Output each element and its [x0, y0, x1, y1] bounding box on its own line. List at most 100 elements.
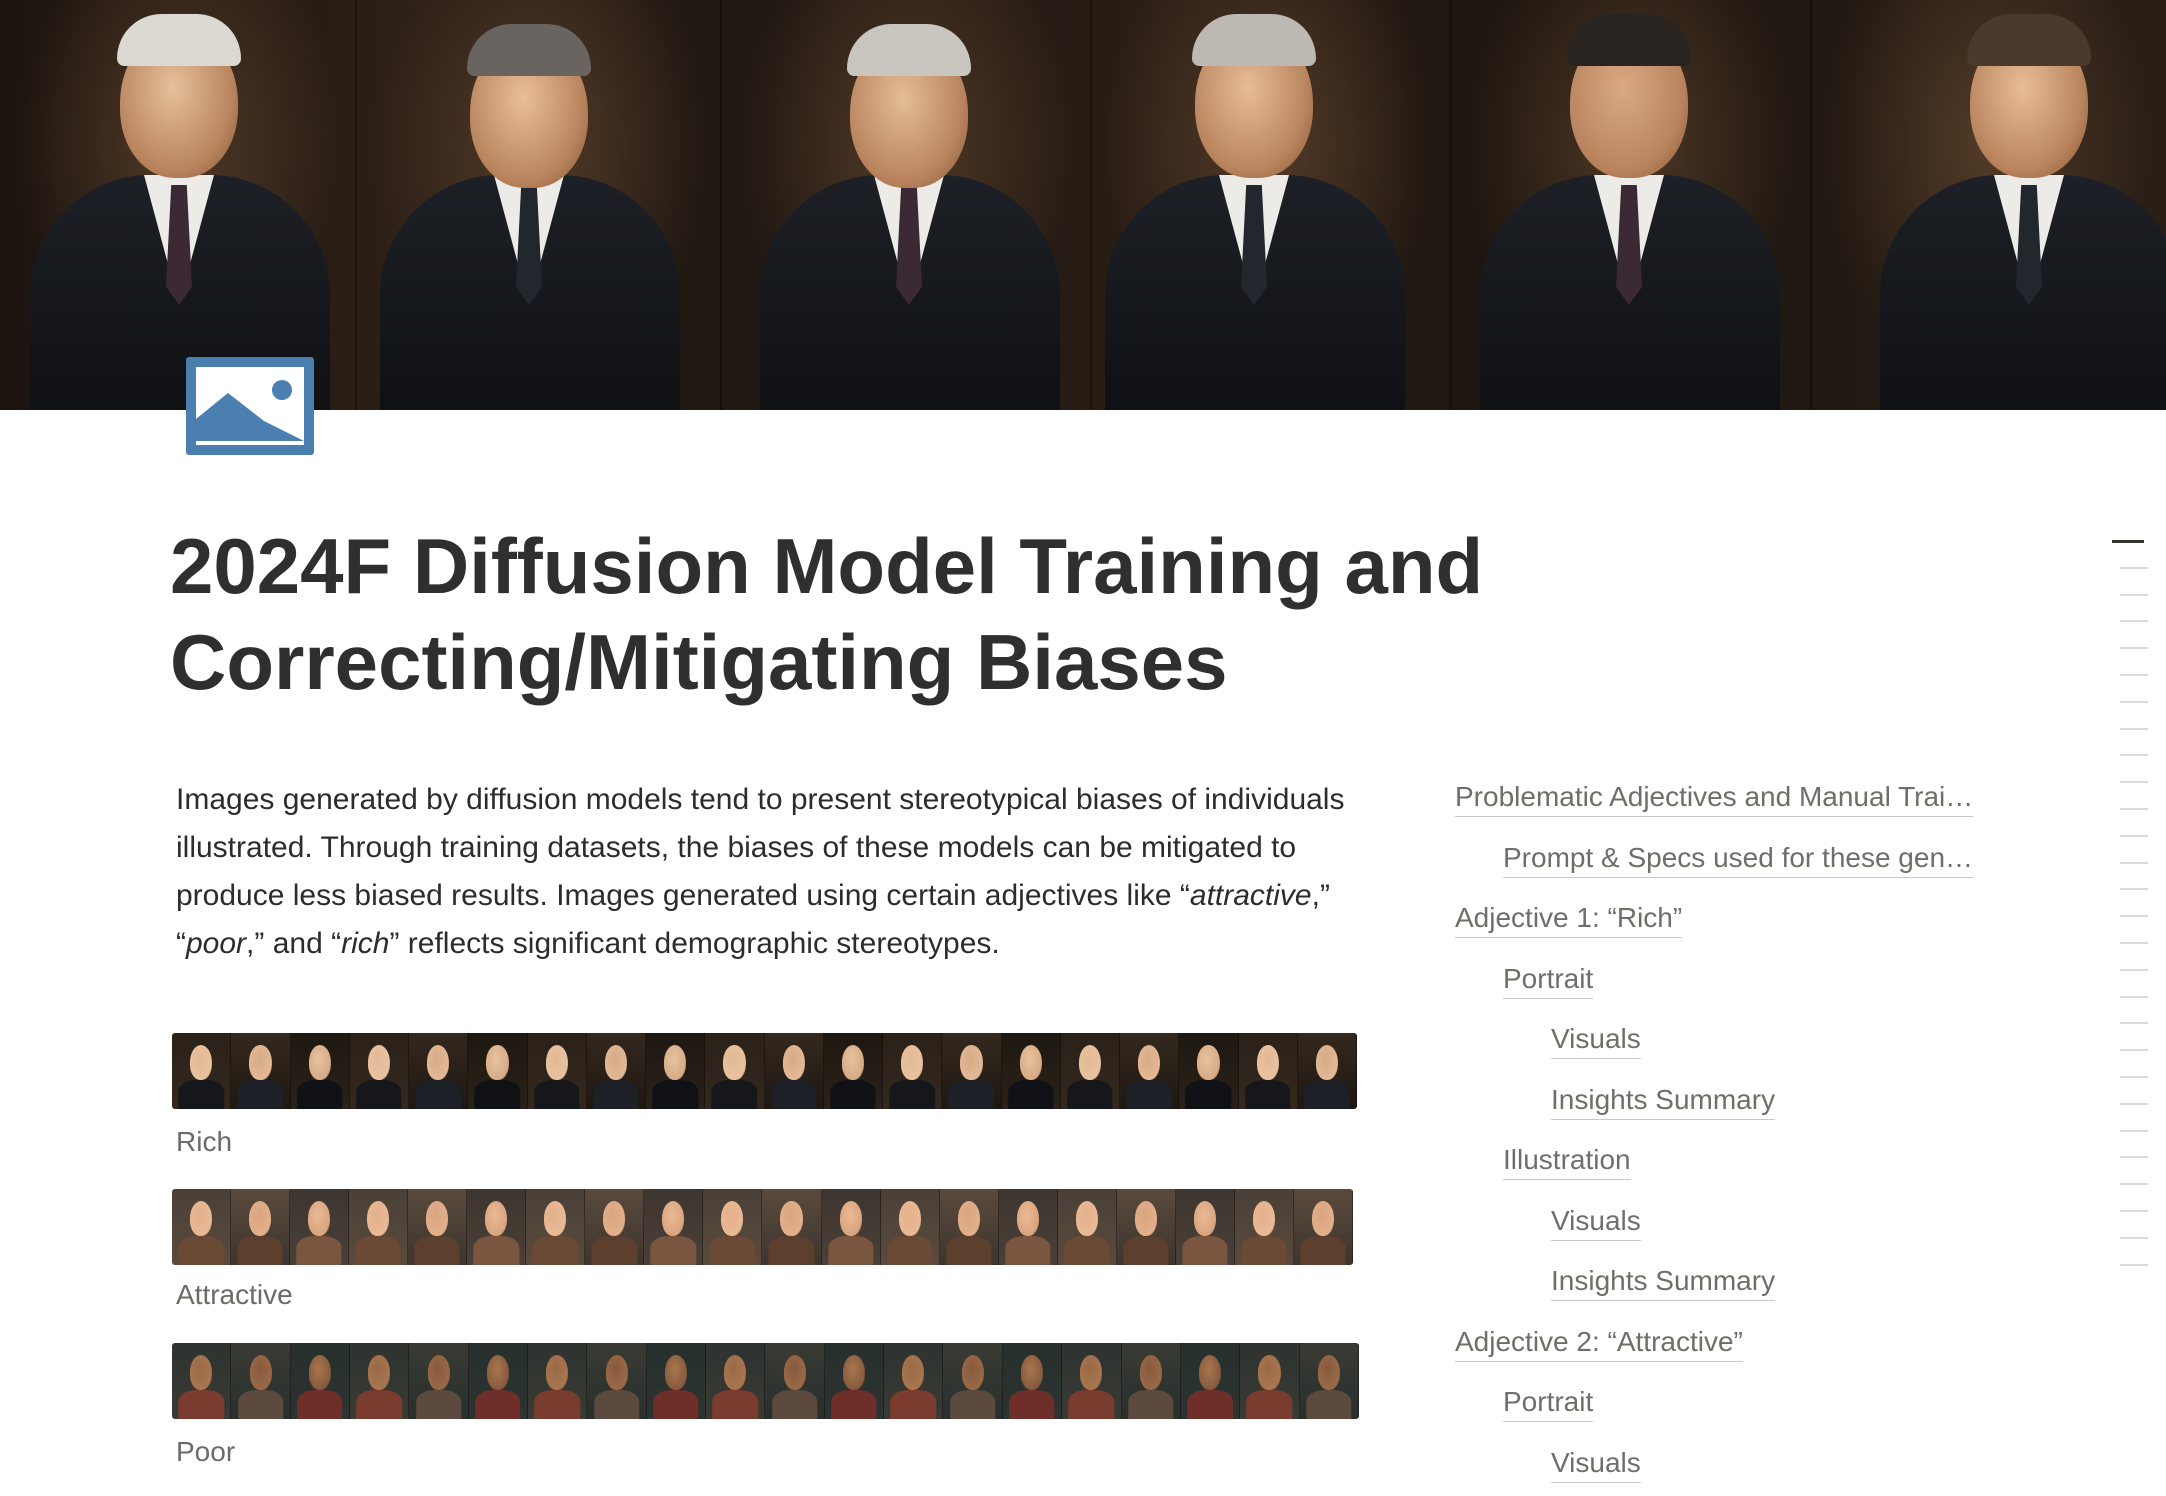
gallery-thumbnail[interactable]: [1062, 1343, 1122, 1419]
toc-item[interactable]: Portrait: [1503, 962, 1594, 999]
gallery-thumbnail[interactable]: [883, 1033, 943, 1109]
toc-item[interactable]: Insights Summary: [1551, 1083, 1776, 1120]
minimap-marker[interactable]: [2120, 1102, 2148, 1105]
gallery-thumbnail[interactable]: [646, 1343, 707, 1419]
toc-item[interactable]: Visuals: [1551, 1204, 1641, 1241]
minimap-marker[interactable]: [2112, 540, 2144, 543]
gallery-thumbnail[interactable]: [942, 1033, 1002, 1109]
gallery-thumbnail[interactable]: [467, 1189, 527, 1265]
gallery-thumbnail[interactable]: [408, 1189, 468, 1265]
minimap-marker[interactable]: [2120, 647, 2148, 650]
gallery-thumbnail[interactable]: [587, 1343, 647, 1419]
gallery-thumbnail[interactable]: [231, 1343, 291, 1419]
gallery-thumbnail[interactable]: [821, 1189, 881, 1265]
gallery-thumbnail[interactable]: [1175, 1189, 1235, 1265]
minimap-marker[interactable]: [2120, 674, 2148, 676]
gallery-thumbnail[interactable]: [409, 1033, 469, 1109]
gallery-thumbnail[interactable]: [1121, 1343, 1181, 1419]
gallery-thumbnail[interactable]: [1179, 1033, 1239, 1109]
minimap-marker[interactable]: [2120, 995, 2148, 998]
gallery-thumbnail[interactable]: [1001, 1033, 1061, 1109]
toc-item[interactable]: Adjective 1: “Rich”: [1455, 901, 1683, 938]
gallery-thumbnail[interactable]: [762, 1189, 822, 1265]
minimap-marker[interactable]: [2120, 620, 2148, 623]
gallery-thumbnail[interactable]: [644, 1189, 704, 1265]
minimap-marker[interactable]: [2120, 1183, 2148, 1186]
gallery-thumbnail[interactable]: [705, 1033, 765, 1109]
minimap-marker[interactable]: [2120, 861, 2148, 864]
gallery-thumbnail[interactable]: [943, 1343, 1003, 1419]
gallery-thumbnail[interactable]: [172, 1033, 232, 1109]
toc-item[interactable]: Visuals: [1551, 1022, 1641, 1059]
gallery-thumbnail[interactable]: [349, 1033, 409, 1109]
minimap-marker[interactable]: [2120, 1210, 2148, 1212]
toc-item[interactable]: Adjective 2: “Attractive”: [1455, 1325, 1743, 1362]
gallery-thumbnail[interactable]: [290, 1033, 350, 1109]
gallery-thumbnail[interactable]: [884, 1343, 944, 1419]
gallery-thumbnail[interactable]: [468, 1343, 529, 1419]
gallery-thumbnail[interactable]: [527, 1033, 587, 1109]
minimap-marker[interactable]: [2120, 942, 2148, 944]
gallery-thumbnail[interactable]: [1297, 1033, 1357, 1109]
minimap-marker[interactable]: [2120, 781, 2148, 784]
gallery-thumbnail[interactable]: [646, 1033, 706, 1109]
gallery-thumbnail[interactable]: [528, 1343, 588, 1419]
minimap-marker[interactable]: [2120, 808, 2148, 810]
gallery-thumbnail[interactable]: [1299, 1343, 1359, 1419]
minimap-marker[interactable]: [2120, 1236, 2148, 1239]
gallery-thumbnail[interactable]: [409, 1343, 469, 1419]
minimap-marker[interactable]: [2120, 1076, 2148, 1078]
minimap-marker[interactable]: [2120, 1129, 2148, 1132]
page-title[interactable]: 2024F Diffusion Model Training and Corre…: [170, 518, 1570, 710]
intro-paragraph[interactable]: Images generated by diffusion models ten…: [176, 776, 1366, 968]
toc-item[interactable]: Prompt & Specs used for these gen…: [1503, 841, 1974, 878]
toc-item[interactable]: Portrait: [1503, 1385, 1594, 1422]
minimap-marker[interactable]: [2120, 700, 2148, 703]
minimap-marker[interactable]: [2120, 566, 2148, 569]
minimap-marker[interactable]: [2120, 727, 2148, 730]
gallery-thumbnail[interactable]: [1180, 1343, 1241, 1419]
image-icon[interactable]: [186, 357, 314, 455]
gallery-thumbnail[interactable]: [468, 1033, 528, 1109]
gallery-thumbnail[interactable]: [290, 1343, 351, 1419]
gallery-strip-poor[interactable]: [172, 1343, 1359, 1419]
gallery-thumbnail[interactable]: [1293, 1189, 1353, 1265]
toc-item[interactable]: Insights Summary: [1551, 1264, 1776, 1301]
toc-item[interactable]: Problematic Adjectives and Manual Trai…: [1455, 780, 1974, 817]
gallery-thumbnail[interactable]: [231, 1033, 291, 1109]
gallery-thumbnail[interactable]: [880, 1189, 940, 1265]
minimap-marker[interactable]: [2120, 593, 2148, 596]
gallery-thumbnail[interactable]: [703, 1189, 763, 1265]
gallery-thumbnail[interactable]: [1002, 1343, 1063, 1419]
gallery-thumbnail[interactable]: [824, 1343, 885, 1419]
gallery-thumbnail[interactable]: [586, 1033, 646, 1109]
gallery-thumbnail[interactable]: [823, 1033, 883, 1109]
minimap-marker[interactable]: [2120, 1156, 2148, 1159]
gallery-thumbnail[interactable]: [1240, 1343, 1300, 1419]
toc-item[interactable]: Illustration: [1503, 1143, 1631, 1180]
minimap-marker[interactable]: [2120, 1022, 2148, 1025]
minimap-marker[interactable]: [2120, 834, 2148, 837]
gallery-strip-rich[interactable]: [172, 1033, 1357, 1109]
gallery-thumbnail[interactable]: [939, 1189, 999, 1265]
gallery-thumbnail[interactable]: [1120, 1033, 1180, 1109]
gallery-thumbnail[interactable]: [526, 1189, 586, 1265]
minimap-marker[interactable]: [2120, 968, 2148, 971]
toc-item[interactable]: Visuals: [1551, 1446, 1641, 1483]
minimap-marker[interactable]: [2120, 888, 2148, 891]
gallery-thumbnail[interactable]: [1060, 1033, 1120, 1109]
gallery-thumbnail[interactable]: [765, 1343, 825, 1419]
gallery-thumbnail[interactable]: [585, 1189, 645, 1265]
gallery-strip-attractive[interactable]: [172, 1189, 1353, 1265]
gallery-thumbnail[interactable]: [172, 1343, 232, 1419]
minimap-marker[interactable]: [2120, 1263, 2148, 1266]
gallery-thumbnail[interactable]: [231, 1189, 291, 1265]
outline-minimap[interactable]: [2112, 540, 2148, 1340]
cover-image[interactable]: [0, 0, 2166, 410]
gallery-thumbnail[interactable]: [1238, 1033, 1298, 1109]
gallery-thumbnail[interactable]: [1057, 1189, 1117, 1265]
minimap-marker[interactable]: [2120, 754, 2148, 757]
gallery-thumbnail[interactable]: [349, 1189, 409, 1265]
gallery-thumbnail[interactable]: [290, 1189, 350, 1265]
gallery-thumbnail[interactable]: [998, 1189, 1058, 1265]
